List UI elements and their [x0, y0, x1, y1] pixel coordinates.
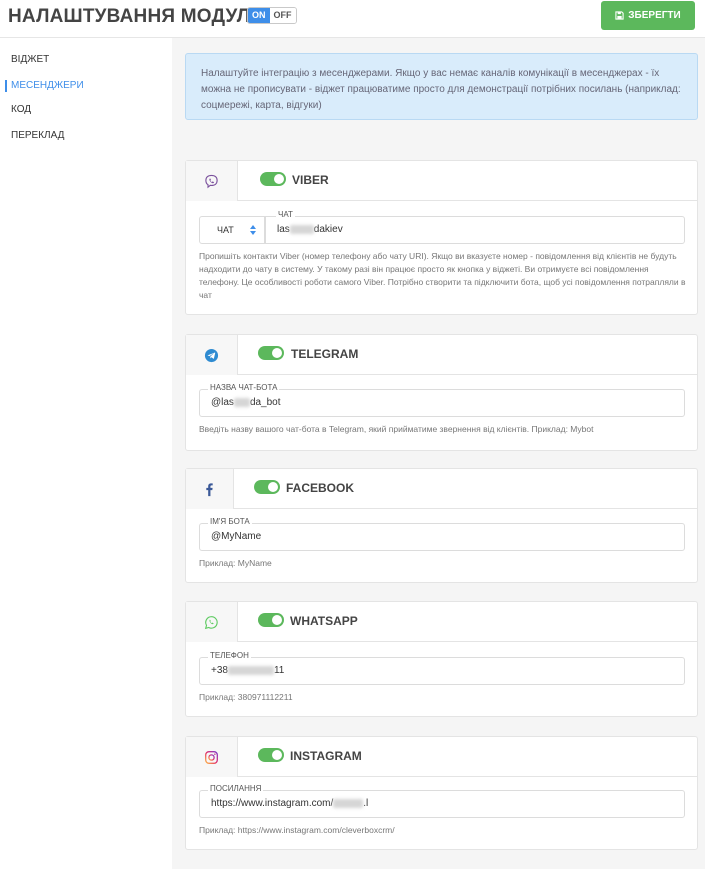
whatsapp-icon-cell	[186, 602, 238, 642]
instagram-icon-cell	[186, 737, 238, 777]
telegram-card-header: TELEGRAM	[186, 335, 697, 375]
instagram-value-start: https://www.instagram.com/	[211, 798, 334, 809]
module-on-off-toggle[interactable]: ON OFF	[247, 7, 297, 24]
sidebar-item-messengers[interactable]: МЕСЕНДЖЕРИ	[0, 77, 172, 95]
viber-icon-cell	[186, 161, 238, 201]
floppy-disk-icon	[615, 11, 624, 20]
telegram-card: TELEGRAM @las da_bot НАЗВА ЧАТ-БОТА Введі…	[185, 334, 698, 451]
instagram-help-text: Приклад: https://www.instagram.com/cleve…	[199, 825, 395, 835]
redacted-blur	[233, 397, 250, 407]
facebook-icon-cell	[186, 469, 234, 509]
redacted-blur	[227, 665, 274, 675]
redacted-blur	[289, 224, 314, 234]
viber-card-header: VIBER	[186, 161, 697, 201]
facebook-help-text: Приклад: MyName	[199, 558, 272, 568]
telegram-value-end: da_bot	[249, 397, 281, 408]
facebook-title: FACEBOOK	[286, 481, 355, 495]
save-button[interactable]: ЗБЕРЕГТИ	[601, 1, 695, 30]
info-alert: Налаштуйте інтеграцію з месенджерами. Як…	[185, 53, 698, 120]
facebook-card: FACEBOOK @MyName ІМ'Я БОТА Приклад: MyNa…	[185, 468, 698, 583]
main-content: Налаштуйте інтеграцію з месенджерами. Як…	[172, 38, 705, 869]
sidebar-item-code[interactable]: КОД	[0, 101, 172, 119]
telegram-field-label: НАЗВА ЧАТ-БОТА	[208, 383, 280, 392]
facebook-enable-switch[interactable]	[254, 480, 280, 494]
whatsapp-value-end: 11	[273, 665, 285, 676]
whatsapp-enable-switch[interactable]	[258, 613, 284, 627]
viber-field-label: ЧАТ	[276, 210, 295, 219]
whatsapp-value-start: +38	[211, 665, 228, 676]
facebook-card-header: FACEBOOK	[186, 469, 697, 509]
select-arrows-icon	[250, 225, 256, 235]
whatsapp-field-label: ТЕЛЕФОН	[208, 651, 251, 660]
facebook-bot-name-input[interactable]: @MyName	[199, 523, 685, 551]
viber-enable-switch[interactable]	[260, 172, 286, 186]
telegram-value-start: @las	[211, 397, 234, 408]
viber-title: VIBER	[292, 173, 329, 187]
whatsapp-card: WHATSAPP +38 11 ТЕЛЕФОН Приклад: 38097111…	[185, 601, 698, 717]
facebook-field-label: ІМ'Я БОТА	[208, 517, 252, 526]
whatsapp-card-header: WHATSAPP	[186, 602, 697, 642]
instagram-link-input[interactable]: https://www.instagram.com/ .l	[199, 790, 685, 818]
instagram-card: INSTAGRAM https://www.instagram.com/ .l П…	[185, 736, 698, 850]
header: НАЛАШТУВАННЯ МОДУЛЯ ON OFF ЗБЕРЕГТИ	[0, 0, 705, 38]
telegram-icon-cell	[186, 335, 238, 375]
save-button-label: ЗБЕРЕГТИ	[628, 10, 681, 21]
toggle-off[interactable]: OFF	[269, 8, 296, 23]
viber-type-select[interactable]: ЧАТ	[199, 216, 265, 244]
viber-type-value: ЧАТ	[217, 225, 234, 235]
viber-chat-input[interactable]: las dakiev	[265, 216, 685, 244]
telegram-help-text: Введіть назву вашого чат-бота в Telegram…	[199, 424, 594, 434]
instagram-title: INSTAGRAM	[290, 749, 362, 763]
whatsapp-help-text: Приклад: 380971112211	[199, 692, 293, 702]
viber-help-text: Пропишіть контакти Viber (номер телефону…	[199, 251, 686, 300]
instagram-field-label: ПОСИЛАННЯ	[208, 784, 264, 793]
telegram-bot-input[interactable]: @las da_bot	[199, 389, 685, 417]
telegram-title: TELEGRAM	[291, 347, 359, 361]
redacted-blur	[333, 798, 364, 808]
viber-card: VIBER ЧАТ las dakiev ЧАТ Пропишіть контак…	[185, 160, 698, 315]
instagram-enable-switch[interactable]	[258, 748, 284, 762]
telegram-icon	[204, 348, 219, 362]
whatsapp-phone-input[interactable]: +38 11	[199, 657, 685, 685]
facebook-icon	[206, 482, 213, 496]
page-title: НАЛАШТУВАННЯ МОДУЛЯ	[8, 6, 265, 27]
whatsapp-icon	[204, 615, 218, 629]
toggle-on[interactable]: ON	[248, 8, 270, 23]
telegram-enable-switch[interactable]	[258, 346, 284, 360]
whatsapp-title: WHATSAPP	[290, 614, 358, 628]
sidebar-item-widget[interactable]: ВІДЖЕТ	[0, 51, 172, 69]
sidebar-item-translation[interactable]: ПЕРЕКЛАД	[0, 127, 172, 145]
viber-value-start: las	[277, 224, 290, 235]
instagram-value-end: .l	[363, 798, 369, 809]
sidebar: ВІДЖЕТ МЕСЕНДЖЕРИ КОД ПЕРЕКЛАД	[0, 38, 172, 869]
viber-icon	[205, 174, 218, 188]
instagram-icon	[205, 750, 218, 764]
instagram-card-header: INSTAGRAM	[186, 737, 697, 777]
viber-value-end: dakiev	[313, 224, 343, 235]
